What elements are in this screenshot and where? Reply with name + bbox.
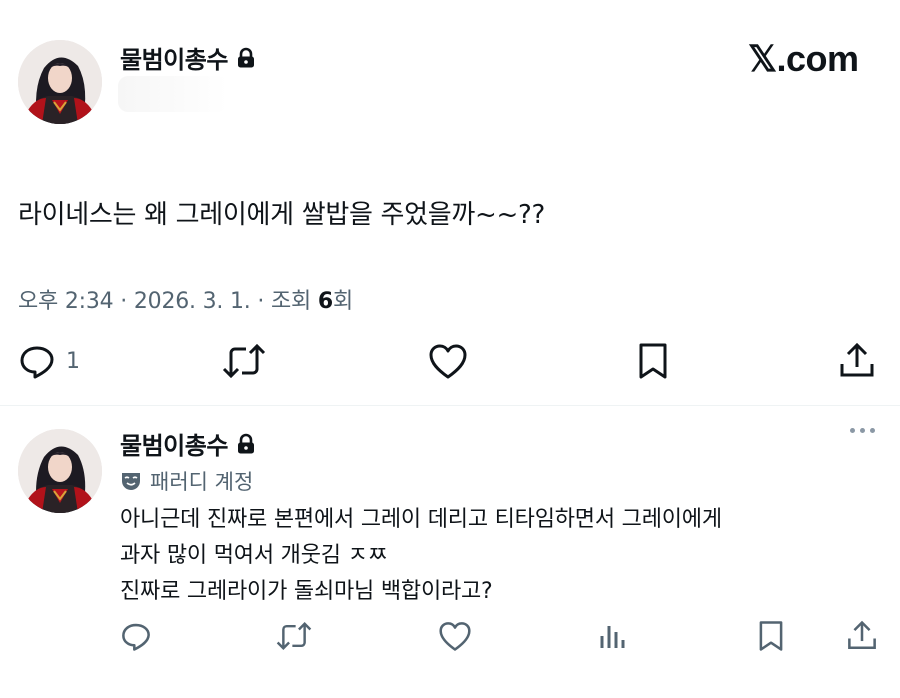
share-icon [838, 342, 876, 380]
like-button[interactable] [428, 342, 468, 380]
reply-icon [18, 342, 56, 380]
views-icon [598, 620, 628, 652]
repost-icon [276, 620, 312, 652]
reply-button[interactable]: 1 [18, 342, 80, 380]
parody-badge: 패러디 계정 [120, 466, 253, 496]
repost-icon [222, 342, 266, 380]
repost-button[interactable] [276, 620, 312, 652]
reply-line: 아니근데 진짜로 본편에서 그레이 데리고 티타임하면서 그레이에게 [120, 507, 722, 532]
share-button[interactable] [838, 342, 876, 380]
bookmark-icon [756, 620, 786, 652]
more-icon[interactable] [850, 428, 875, 433]
like-button[interactable] [438, 620, 472, 652]
repost-button[interactable] [222, 342, 266, 380]
author-name[interactable]: 물범이총수 [120, 40, 228, 75]
bookmark-icon [636, 342, 670, 380]
share-button[interactable] [846, 620, 878, 652]
lock-icon [236, 433, 256, 455]
divider [0, 405, 900, 406]
post-timestamp[interactable]: 오후 2:34 · 2026. 3. 1. · 조회 [18, 289, 318, 314]
reply-count: 1 [66, 348, 80, 374]
avatar[interactable] [18, 40, 102, 124]
views-button[interactable] [598, 620, 628, 652]
post-text: 라이네스는 왜 그레이에게 쌀밥을 주었을까~~?? [18, 200, 545, 230]
reply-icon [120, 620, 152, 652]
reply-button[interactable] [120, 620, 152, 652]
mask-icon [120, 470, 142, 492]
reply-author-row: 물범이총수 [120, 426, 256, 461]
post-meta: 오후 2:34 · 2026. 3. 1. · 조회 6회 [18, 283, 353, 315]
share-icon [846, 620, 878, 652]
view-count: 6 [317, 289, 333, 314]
reply-line: 진짜로 그레라이가 돌쇠마님 백합이라고? [120, 579, 493, 604]
author-row: 물범이총수 [120, 40, 256, 75]
x-logo: 𝕏.com [748, 38, 859, 79]
view-suffix: 회 [332, 289, 354, 314]
post-action-bar: 1 [0, 342, 900, 386]
bookmark-button[interactable] [636, 342, 670, 380]
reply-action-bar [0, 620, 900, 660]
parody-label: 패러디 계정 [150, 470, 254, 494]
main-post: 물범이총수 𝕏.com 라이네스는 왜 그레이에게 쌀밥을 주었을까~~?? 오… [0, 0, 900, 405]
reply-line: 과자 많이 먹여서 개웃김 ㅈㅉ [120, 543, 388, 568]
lock-icon [236, 47, 256, 69]
reply-text: 아니근데 진짜로 본편에서 그레이 데리고 티타임하면서 그레이에게 과자 많이… [120, 502, 722, 610]
like-icon [428, 342, 468, 380]
bookmark-button[interactable] [756, 620, 786, 652]
reply-avatar[interactable] [18, 429, 102, 513]
blurred-handle [118, 76, 228, 112]
like-icon [438, 620, 472, 652]
reply-author-name[interactable]: 물범이총수 [120, 426, 228, 461]
